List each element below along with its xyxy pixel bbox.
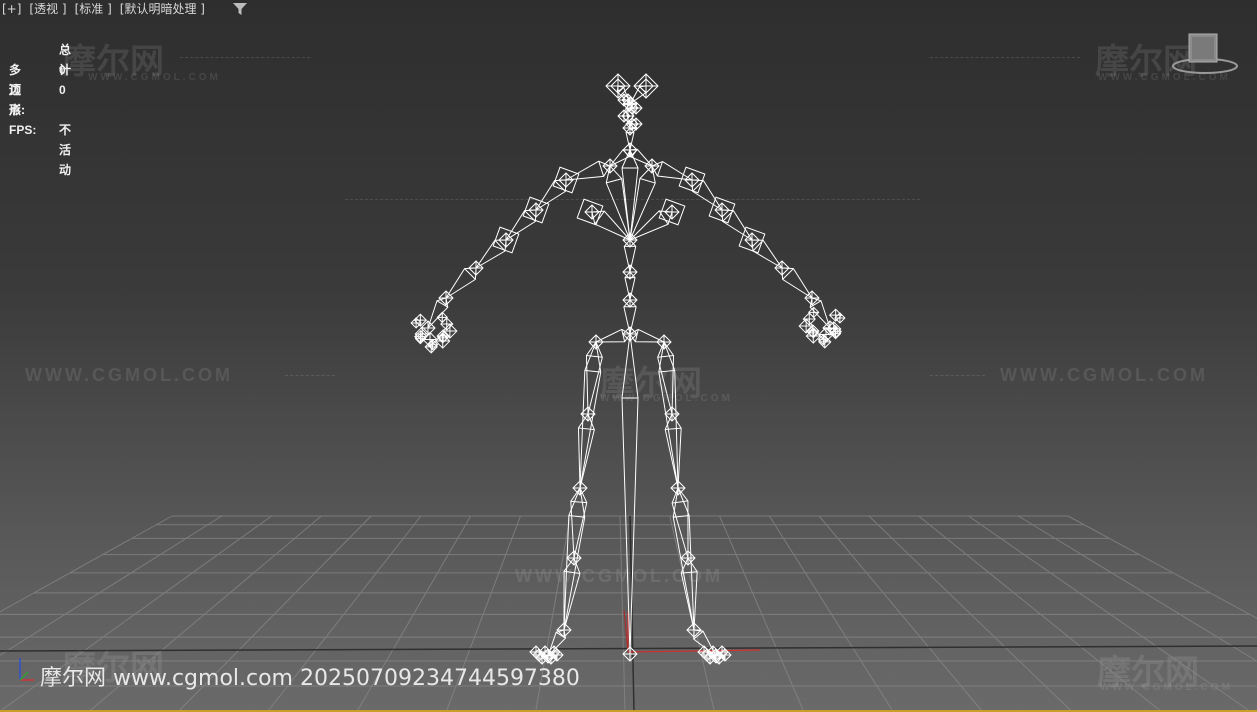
joint-node — [622, 326, 638, 342]
joint-node — [558, 172, 574, 188]
bone — [781, 267, 813, 299]
joint-node — [566, 550, 582, 566]
axis-x-line — [627, 649, 761, 653]
bone — [721, 209, 753, 241]
fps-label: FPS: — [9, 123, 37, 137]
joint-node — [436, 311, 448, 324]
joint-node — [680, 550, 696, 566]
joint-node — [633, 73, 659, 99]
viewport-shading-menu[interactable]: [默认明暗处理 ] — [120, 0, 205, 18]
viewport-plus-menu[interactable]: [+] — [2, 0, 21, 18]
joint-node — [498, 232, 514, 248]
viewcube-icon[interactable] — [1170, 32, 1240, 78]
bone — [621, 333, 639, 655]
vertices-value: 0 — [59, 83, 66, 97]
joint-node — [684, 172, 700, 188]
joint-node — [572, 480, 588, 496]
tripod-y — [19, 671, 29, 681]
bone — [505, 209, 537, 241]
bone — [565, 160, 611, 181]
joint-node — [714, 202, 730, 218]
filter-icon[interactable] — [232, 2, 248, 16]
bone — [751, 239, 783, 269]
viewport-mode-menu[interactable]: [标准 ] — [75, 0, 112, 18]
bone — [658, 340, 679, 489]
joint-node — [670, 480, 686, 496]
joint-node — [622, 142, 638, 158]
joint-node — [744, 232, 760, 248]
bone — [680, 556, 698, 631]
joint-node — [588, 334, 604, 350]
biped-skeleton-wireframe — [410, 73, 846, 665]
footer-watermark-text: 摩尔网 www.cgmol.com 20250709234744597380 — [40, 666, 580, 691]
joint-node — [556, 622, 572, 638]
bone — [605, 164, 631, 241]
bone — [475, 239, 507, 269]
joint-node — [528, 202, 544, 218]
bone — [535, 179, 567, 211]
joint-node — [410, 317, 422, 329]
vertices-label: 顶点: — [9, 83, 25, 117]
joint-node — [834, 312, 846, 324]
fps-value: 不活动 — [59, 123, 72, 177]
viewport-label-menu: [+] [透视 ] [标准 ] [默认明暗处理 ] — [0, 0, 205, 18]
scene-canvas — [0, 73, 1257, 712]
bone — [691, 179, 723, 211]
bone — [579, 340, 602, 489]
joint-node — [774, 260, 790, 276]
viewport-perspective[interactable]: 摩尔网 WWW.CGMOL.COM 摩尔网 WWW.CGMOL.COM WWW.… — [0, 0, 1257, 712]
joint-node — [584, 204, 600, 220]
joint-node — [808, 306, 820, 319]
joint-node — [656, 334, 672, 350]
joint-node — [664, 406, 680, 422]
polygons-value: 0 — [59, 63, 66, 77]
viewport-view-menu[interactable]: [透视 ] — [29, 0, 66, 18]
joint-node — [664, 204, 680, 220]
bone — [445, 267, 477, 299]
joint-node — [468, 260, 484, 276]
